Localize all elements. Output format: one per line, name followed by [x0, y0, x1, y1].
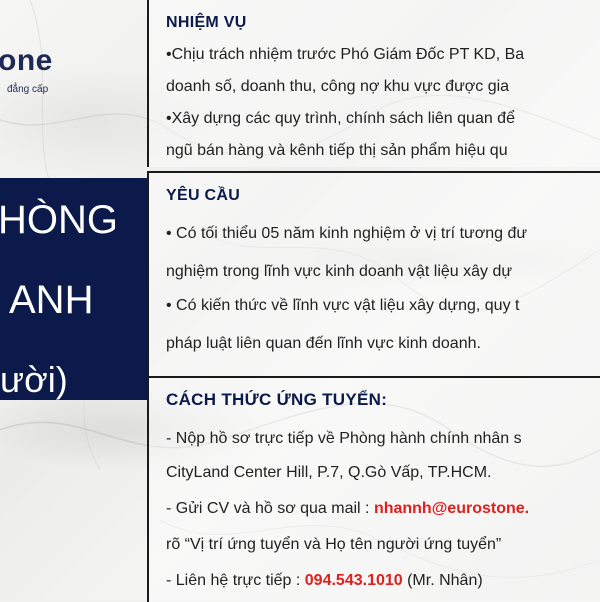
logo-tagline: đẳng cấp	[7, 84, 49, 95]
requirements-heading: YÊU CẦU	[166, 187, 241, 204]
logo-name: one	[0, 44, 53, 77]
duties-section: NHIỆM VỤ •Chịu trách nhiệm trước Phó Giá…	[147, 0, 600, 167]
requirements-line: • Có kiến thức về lĩnh vực vật liệu xây …	[166, 297, 520, 314]
phone-link[interactable]: 094.543.1010	[305, 572, 403, 589]
apply-line: - Nộp hồ sơ trực tiếp về Phòng hành chín…	[166, 430, 522, 447]
duties-line: doanh số, doanh thu, công nợ khu vực đượ…	[166, 78, 510, 95]
duties-heading: NHIỆM VỤ	[166, 14, 247, 31]
apply-address: CityLand Center Hill, P.7, Q.Gò Vấp, TP.…	[166, 464, 492, 481]
apply-section: CÁCH THỨC ỨNG TUYỂN: - Nộp hồ sơ trực ti…	[147, 376, 600, 602]
apply-email-prefix: - Gửi CV và hồ sơ qua mail :	[166, 500, 374, 517]
apply-email-line: - Gửi CV và hồ sơ qua mail : nhannh@euro…	[166, 500, 529, 518]
apply-phone-prefix: - Liên hệ trực tiếp :	[166, 572, 305, 589]
job-title-line-2: ANH	[9, 278, 94, 322]
apply-phone-line: - Liên hệ trực tiếp : 094.543.1010 (Mr. …	[166, 572, 483, 590]
job-title-line-1: HÒNG	[0, 198, 118, 242]
requirements-line: pháp luật liên quan đến lĩnh vực kinh do…	[166, 335, 481, 352]
job-details-panel: NHIỆM VỤ •Chịu trách nhiệm trước Phó Giá…	[147, 0, 600, 602]
duties-line: ngũ bán hàng và kênh tiếp thị sản phẩm h…	[166, 142, 508, 159]
duties-line: •Xây dựng các quy trình, chính sách liên…	[166, 110, 515, 127]
company-logo: one đẳng cấp	[0, 34, 147, 104]
apply-note: rõ “Vị trí ứng tuyển và Họ tên người ứng…	[166, 536, 502, 553]
requirements-line: nghiệm trong lĩnh vực kinh doanh vật liệ…	[166, 263, 513, 280]
apply-phone-suffix: (Mr. Nhân)	[402, 572, 483, 589]
email-link[interactable]: nhannh@eurostone.	[374, 500, 529, 517]
apply-heading: CÁCH THỨC ỨNG TUYỂN:	[166, 390, 388, 409]
requirements-section: YÊU CẦU • Có tối thiểu 05 năm kinh nghiệ…	[147, 171, 600, 376]
left-panel: one đẳng cấp HÒNG ANH ười)	[0, 0, 147, 600]
job-title-line-3: ười)	[0, 359, 68, 400]
requirements-line: • Có tối thiểu 05 năm kinh nghiệm ở vị t…	[166, 225, 528, 242]
duties-line: •Chịu trách nhiệm trước Phó Giám Đốc PT …	[166, 46, 525, 63]
job-title-block: HÒNG ANH ười)	[0, 178, 147, 400]
